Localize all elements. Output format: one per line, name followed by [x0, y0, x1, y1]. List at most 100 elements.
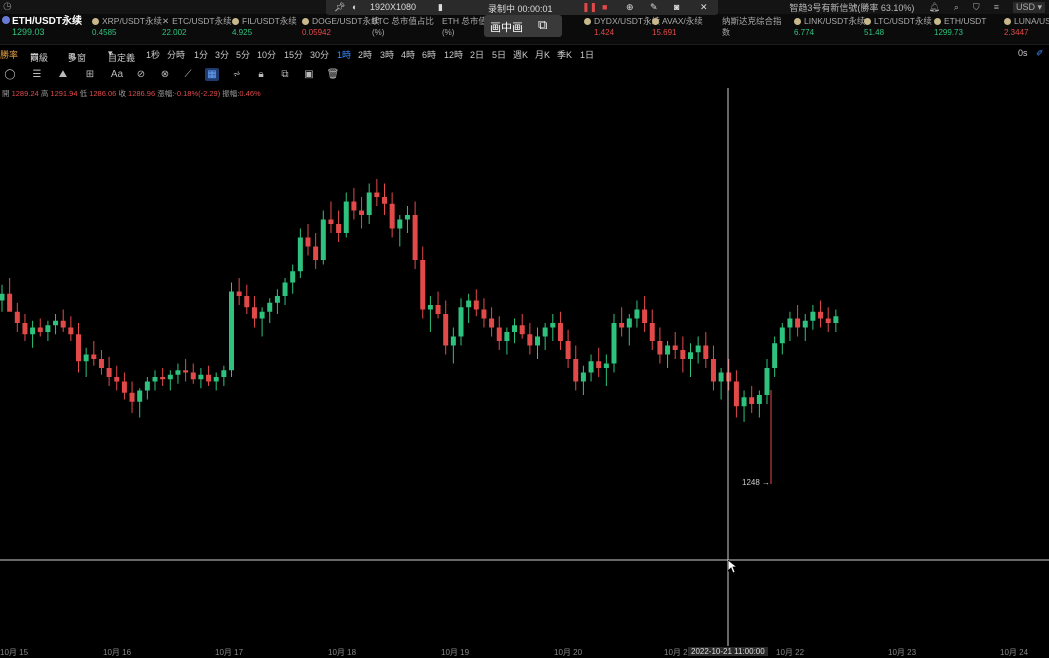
pattern-tool-icon[interactable]: ⛰ — [56, 68, 70, 81]
signal-status-text[interactable]: 智趋3号有新信號(勝率 63.10%) — [789, 1, 914, 14]
ticker-item[interactable]: XRP/USDT永续 0.4585 — [92, 16, 162, 38]
ticker-item[interactable]: LUNA/USDT 2.3447 — [1004, 16, 1049, 38]
timeframe-item[interactable]: 3時 — [380, 48, 394, 61]
candle-body — [726, 372, 732, 382]
timeframe-item[interactable]: 1日 — [580, 48, 594, 61]
contrast-icon[interactable]: ◐ — [352, 2, 357, 12]
candle — [305, 224, 311, 256]
ticker-item[interactable]: DYDX/USDT永续 1.424 — [584, 16, 660, 38]
timeframe-item[interactable]: 1秒 — [146, 48, 160, 61]
winrate-tab[interactable]: 勝率 — [0, 48, 18, 61]
copy-icon[interactable]: ⧉ — [278, 68, 292, 81]
clock-icon[interactable]: ◷ — [3, 1, 12, 12]
timeframe-item[interactable]: 4時 — [401, 48, 415, 61]
candle-body — [741, 397, 747, 407]
magnet-tool-icon[interactable]: ⊗ — [158, 68, 172, 81]
ellipse-tool-icon[interactable]: ◯ — [3, 68, 17, 81]
ticker-item[interactable]: DOGE/USDT永续 0.05942 — [302, 16, 380, 38]
candle-body — [795, 318, 801, 328]
coin-icon — [934, 18, 941, 25]
timeframe-item[interactable]: 15分 — [284, 48, 303, 61]
candle-body — [550, 323, 556, 328]
close-value: 1286.96 — [128, 89, 156, 98]
timeframe-item-selected[interactable]: 1時 — [337, 48, 351, 61]
timeframe-item[interactable]: 5日 — [492, 48, 506, 61]
camera-icon[interactable]: ◙ — [674, 2, 679, 12]
candle — [626, 314, 632, 346]
ticker-item[interactable]: 纳斯达克综合指数 — [722, 16, 782, 38]
search-icon[interactable]: ⌕ — [954, 2, 959, 13]
ticker-item[interactable]: BTC 总市值占比 (%) — [372, 16, 434, 38]
candle-body — [764, 368, 770, 395]
pin-icon[interactable]: 📌︎ — [334, 2, 345, 13]
candle — [274, 289, 280, 314]
timeframe-item[interactable]: 2日 — [470, 48, 484, 61]
pip-label: 画中画 — [490, 22, 523, 34]
ticker-item[interactable]: FIL/USDT永续 4.925 — [232, 16, 297, 38]
recording-resolution: 1920X1080 — [370, 2, 417, 12]
timeframe-item[interactable]: 3分 — [215, 48, 229, 61]
ticker-item[interactable]: ETH 总市值 (%) — [442, 16, 487, 38]
picture-in-picture-button[interactable]: 画中画 ⧉ — [484, 15, 562, 37]
candle-body — [466, 300, 472, 308]
candle-body — [320, 219, 326, 260]
candle — [336, 210, 342, 242]
timeframe-item[interactable]: 季K — [557, 48, 572, 61]
timeframe-item[interactable]: 12時 — [444, 48, 463, 61]
bell-icon[interactable]: 🔔︎ — [928, 2, 939, 13]
edit-icon[interactable]: ▣ — [302, 68, 316, 81]
close-icon[interactable]: ✕ — [162, 16, 169, 26]
text-tool-icon[interactable]: Aa — [110, 68, 124, 81]
drawing-toolbar: ◯ ☰ ⛰ ⊞ Aa ⊘ ⊗ ⟋ ▦ ⩫ 🔒︎ ⧉ ▣ 🗑︎ — [0, 66, 350, 84]
custom-select[interactable]: 自定義 ▾ — [108, 48, 135, 63]
timeframe-item[interactable]: 30分 — [310, 48, 329, 61]
candle — [359, 197, 365, 229]
ticker-item[interactable]: ETH/USDT 1299.73 — [934, 16, 987, 38]
coin-icon — [584, 18, 591, 25]
indicator-tool-icon[interactable]: ⩫ — [230, 68, 244, 81]
timeframe-item[interactable]: 6時 — [422, 48, 436, 61]
shirt-icon[interactable]: ⛉ — [973, 2, 980, 13]
candlestick-chart[interactable] — [0, 88, 1049, 646]
stop-icon[interactable]: ■ — [602, 2, 607, 12]
brush-icon[interactable]: ✐ — [1036, 48, 1044, 59]
candle — [297, 228, 303, 278]
ticker-price: 51.48 — [864, 28, 885, 37]
timeframe-item[interactable]: 5分 — [236, 48, 250, 61]
measure-tool-icon[interactable]: ⊞ — [83, 68, 97, 81]
ticker-name: XRP/USDT永续 — [102, 16, 162, 26]
timeframe-item[interactable]: 1分 — [194, 48, 208, 61]
fib-tool-icon[interactable]: ⊘ — [134, 68, 148, 81]
ticker-item[interactable]: LTC/USDT永续 51.48 — [864, 16, 932, 38]
pause-icon[interactable]: ❚❚ — [582, 2, 597, 13]
timeframe-item[interactable]: 月K — [535, 48, 550, 61]
candle-body — [519, 325, 525, 335]
close-icon[interactable]: ✕ — [700, 2, 708, 13]
lines-tool-icon[interactable]: ☰ — [30, 68, 44, 81]
candle — [114, 365, 120, 391]
candle — [741, 390, 747, 422]
chart-type-icon[interactable]: ▦ — [205, 68, 219, 81]
candle — [458, 298, 464, 346]
pen-icon[interactable]: ✎ — [650, 2, 658, 13]
ticker-item[interactable]: LINK/USDT永续 6.774 — [794, 16, 865, 38]
candle — [53, 314, 59, 335]
low-price-value: 1248 — [742, 478, 760, 487]
lock-icon[interactable]: 🔒︎ — [254, 68, 268, 81]
ticker-item[interactable]: ETH/USDT永续 1299.03 — [2, 16, 82, 38]
menu-icon[interactable]: ≡ — [994, 2, 999, 12]
magnifier-icon[interactable]: ⊕ — [626, 2, 634, 13]
trash-icon[interactable]: 🗑︎ — [326, 68, 340, 81]
timeframe-item[interactable]: 週K — [513, 48, 528, 61]
candle — [588, 354, 594, 382]
ticker-item[interactable]: AVAX/永续 15.691 — [652, 16, 703, 38]
candle — [795, 305, 801, 337]
candle — [427, 296, 433, 332]
timeframe-item[interactable]: 2時 — [358, 48, 372, 61]
timeframe-item[interactable]: 分時 — [167, 48, 185, 61]
ruler-tool-icon[interactable]: ⟋ — [181, 68, 195, 81]
currency-select[interactable]: USD ▾ — [1012, 1, 1045, 13]
candle-body — [665, 345, 671, 355]
timeframe-item[interactable]: 10分 — [257, 48, 276, 61]
ticker-item[interactable]: ✕ ETC/USDT永续 22.002 — [162, 16, 232, 38]
